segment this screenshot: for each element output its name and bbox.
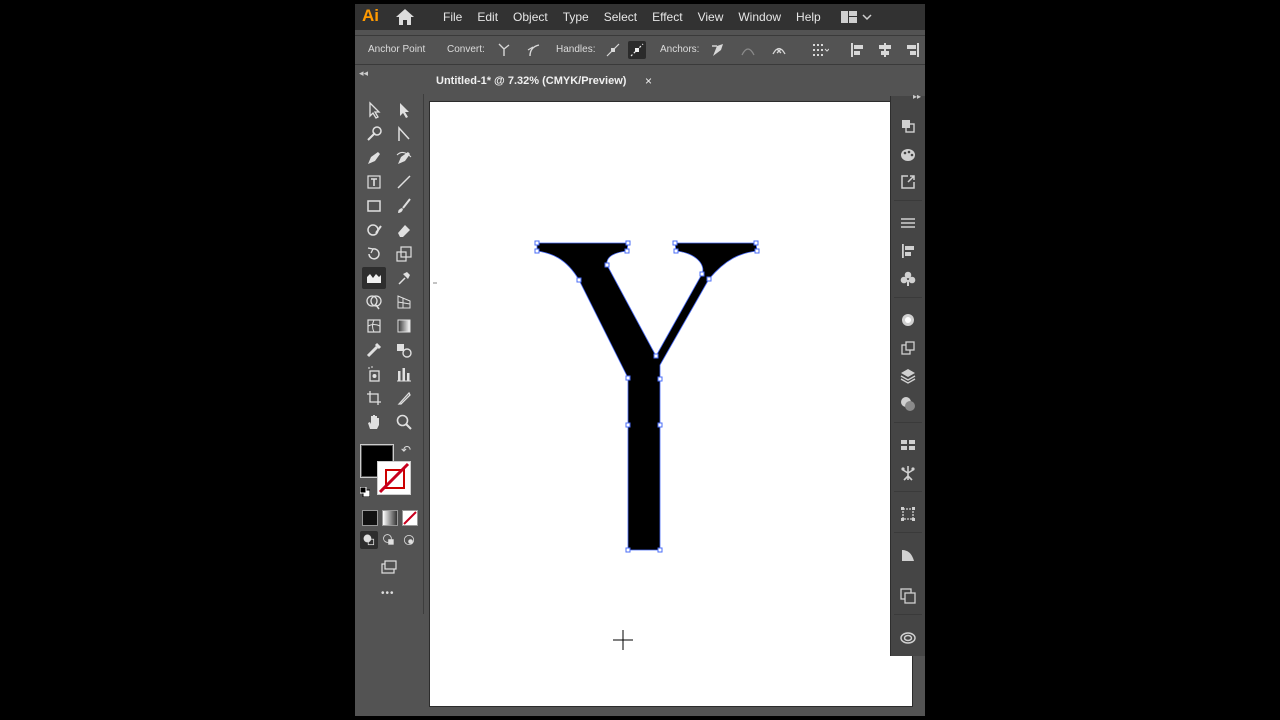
eraser-tool-icon[interactable] bbox=[392, 219, 416, 241]
cc-libraries-icon[interactable] bbox=[898, 627, 918, 647]
slice-tool-icon[interactable] bbox=[392, 387, 416, 409]
direct-selection-tool-icon[interactable] bbox=[392, 99, 416, 121]
connect-anchors-icon[interactable] bbox=[739, 41, 757, 59]
menu-bar: Ai File Edit Object Type Select Effect V… bbox=[355, 4, 925, 30]
rectangle-tool-icon[interactable] bbox=[362, 195, 386, 217]
artboards-icon[interactable] bbox=[898, 586, 918, 606]
lasso-tool-icon[interactable] bbox=[392, 123, 416, 145]
align-right-edges-icon[interactable] bbox=[903, 41, 921, 59]
draw-inside-icon[interactable] bbox=[400, 531, 418, 549]
menu-type[interactable]: Type bbox=[563, 4, 589, 30]
illustrator-window: Ai File Edit Object Type Select Effect V… bbox=[355, 4, 925, 716]
cut-path-icon[interactable] bbox=[770, 41, 788, 59]
menu-window[interactable]: Window bbox=[738, 4, 781, 30]
select-similar-icon[interactable] bbox=[811, 41, 830, 59]
default-fill-stroke-icon[interactable] bbox=[359, 484, 371, 498]
color-guide-icon[interactable] bbox=[898, 144, 918, 164]
align-horizontal-center-icon[interactable] bbox=[876, 41, 894, 59]
collapse-panel-icon[interactable]: ◂◂ bbox=[359, 68, 368, 79]
menu-select[interactable]: Select bbox=[604, 4, 637, 30]
stroke-swatch[interactable] bbox=[377, 461, 411, 495]
layers-icon[interactable] bbox=[898, 366, 918, 386]
hide-handles-icon[interactable] bbox=[628, 41, 646, 59]
menu-view[interactable]: View bbox=[698, 4, 724, 30]
remove-anchor-icon[interactable] bbox=[709, 41, 727, 59]
export-icon[interactable] bbox=[898, 172, 918, 192]
artboard[interactable] bbox=[429, 101, 913, 707]
menu-effect[interactable]: Effect bbox=[652, 4, 682, 30]
show-handles-icon[interactable] bbox=[604, 41, 622, 59]
shape-builder-tool-icon[interactable] bbox=[362, 291, 386, 313]
blend-tool-icon[interactable] bbox=[392, 339, 416, 361]
zoom-tool-icon[interactable] bbox=[392, 411, 416, 433]
selection-tool-icon[interactable] bbox=[362, 99, 386, 121]
convert-label: Convert: bbox=[447, 44, 485, 55]
expand-panels-icon[interactable]: ▸▸ bbox=[913, 92, 921, 101]
convert-smooth-icon[interactable] bbox=[525, 41, 543, 59]
tools-panel: ↶ ••• bbox=[357, 94, 424, 614]
color-mode-button[interactable] bbox=[362, 510, 378, 526]
document-tab[interactable]: Untitled-1* @ 7.32% (CMYK/Preview) × bbox=[426, 67, 662, 98]
symbols-icon[interactable] bbox=[898, 269, 918, 289]
handles-label: Handles: bbox=[556, 44, 596, 55]
shaper-tool-icon[interactable] bbox=[362, 219, 386, 241]
transform-icon[interactable] bbox=[898, 504, 918, 524]
align-left-edges-icon[interactable] bbox=[849, 41, 867, 59]
none-mode-button[interactable] bbox=[402, 510, 418, 526]
scale-tool-icon[interactable] bbox=[392, 243, 416, 265]
paintbrush-tool-icon[interactable] bbox=[392, 195, 416, 217]
puppet-icon[interactable] bbox=[898, 463, 918, 483]
curvature-tool-icon[interactable] bbox=[392, 147, 416, 169]
letter-y-shape[interactable] bbox=[536, 242, 758, 551]
column-graph-tool-icon[interactable] bbox=[392, 363, 416, 385]
home-icon[interactable] bbox=[395, 8, 415, 26]
align-icon[interactable] bbox=[898, 241, 918, 261]
crosshair-cursor-icon bbox=[613, 630, 633, 650]
line-segment-tool-icon[interactable] bbox=[392, 171, 416, 193]
rotate-tool-icon[interactable] bbox=[362, 243, 386, 265]
document-tab-title: Untitled-1* @ 7.32% (CMYK/Preview) bbox=[436, 75, 627, 87]
eyedropper-tool-icon[interactable] bbox=[362, 339, 386, 361]
menu-items: File Edit Object Type Select Effect View… bbox=[443, 4, 836, 30]
appearance-icon[interactable] bbox=[898, 394, 918, 414]
close-tab-icon[interactable]: × bbox=[645, 67, 652, 96]
gradient-mode-button[interactable] bbox=[382, 510, 398, 526]
canvas-area[interactable] bbox=[426, 96, 913, 716]
libraries-icon[interactable] bbox=[898, 338, 918, 358]
anchor-point-label: Anchor Point bbox=[368, 44, 426, 55]
mesh-tool-icon[interactable] bbox=[362, 315, 386, 337]
screen-mode-icon[interactable] bbox=[377, 556, 401, 578]
workspace-switcher-icon[interactable] bbox=[839, 8, 873, 26]
properties-icon[interactable] bbox=[898, 116, 918, 136]
edit-toolbar-icon[interactable]: ••• bbox=[381, 588, 395, 599]
gradient-panel-icon[interactable] bbox=[898, 545, 918, 565]
magic-wand-tool-icon[interactable] bbox=[362, 123, 386, 145]
menu-object[interactable]: Object bbox=[513, 4, 548, 30]
width-tool-icon[interactable] bbox=[362, 267, 386, 289]
swap-fill-stroke-icon[interactable]: ↶ bbox=[401, 443, 411, 457]
anchors-label: Anchors: bbox=[660, 44, 700, 55]
brushes-icon[interactable] bbox=[898, 310, 918, 330]
draw-normal-icon[interactable] bbox=[360, 531, 378, 549]
convert-corner-icon[interactable] bbox=[495, 41, 513, 59]
menu-help[interactable]: Help bbox=[796, 4, 821, 30]
puppet-warp-tool-icon[interactable] bbox=[392, 267, 416, 289]
hand-tool-icon[interactable] bbox=[362, 411, 386, 433]
swatches-icon[interactable] bbox=[898, 435, 918, 455]
pen-tool-icon[interactable] bbox=[362, 147, 386, 169]
panel-dock: ▸▸ bbox=[890, 92, 925, 656]
control-bar: Anchor Point Convert: Handles: Anchors: bbox=[355, 35, 925, 65]
type-tool-icon[interactable] bbox=[362, 171, 386, 193]
artboard-tool-icon[interactable] bbox=[362, 387, 386, 409]
menu-lines-icon[interactable] bbox=[898, 213, 918, 233]
perspective-grid-tool-icon[interactable] bbox=[392, 291, 416, 313]
menu-edit[interactable]: Edit bbox=[477, 4, 498, 30]
menu-file[interactable]: File bbox=[443, 4, 462, 30]
draw-behind-icon[interactable] bbox=[380, 531, 398, 549]
app-logo: Ai bbox=[362, 6, 379, 25]
symbol-sprayer-tool-icon[interactable] bbox=[362, 363, 386, 385]
gradient-tool-icon[interactable] bbox=[392, 315, 416, 337]
